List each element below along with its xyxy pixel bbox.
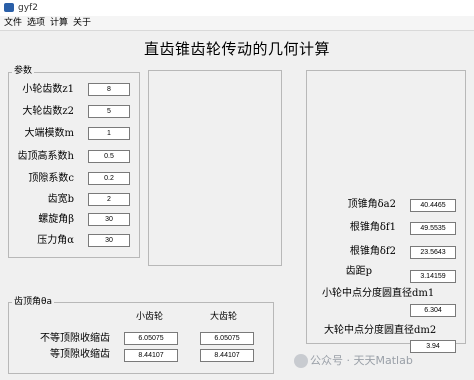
label-dm1: 小轮中点分度圆直径dm1 xyxy=(322,288,435,299)
col-header-small-gear: 小齿轮 xyxy=(136,312,164,322)
label-df2: 根锥角δf2 xyxy=(349,246,396,257)
window-title: gyf2 xyxy=(18,3,38,13)
output-theta-unequal-small: 6.05075 xyxy=(124,332,178,345)
input-b[interactable]: 2 xyxy=(88,193,130,206)
label-p: 齿距p xyxy=(345,266,372,277)
label-equal-clearance: 等顶隙收缩齿 xyxy=(50,349,110,360)
output-dm2: 3.94 xyxy=(410,340,456,353)
watermark-text: 公众号 · 天天Matlab xyxy=(310,354,413,367)
output-df1: 49.5535 xyxy=(410,222,456,235)
input-beta[interactable]: 30 xyxy=(88,213,130,226)
menu-calculate[interactable]: 计算 xyxy=(50,16,68,30)
menubar: 文件 选项 计算 关于 xyxy=(0,16,474,31)
input-alpha[interactable]: 30 xyxy=(88,234,130,247)
axes-panel xyxy=(148,70,282,266)
input-h[interactable]: 0.5 xyxy=(88,150,130,163)
input-z2[interactable]: 5 xyxy=(88,105,130,118)
label-b: 齿宽b xyxy=(47,194,74,205)
label-df1: 根锥角δf1 xyxy=(349,222,396,233)
col-header-large-gear: 大齿轮 xyxy=(210,312,238,322)
label-alpha: 压力角α xyxy=(37,235,74,246)
theta-panel-label: 齿顶角θa xyxy=(12,297,55,307)
input-m[interactable]: 1 xyxy=(88,127,130,140)
output-theta-equal-large: 8.44107 xyxy=(200,349,254,362)
output-p: 3.14159 xyxy=(410,270,456,283)
window-titlebar: gyf2 xyxy=(0,0,474,17)
matlab-figure-icon xyxy=(4,3,14,12)
menu-options[interactable]: 选项 xyxy=(27,16,45,30)
input-z1[interactable]: 8 xyxy=(88,83,130,96)
input-c[interactable]: 0.2 xyxy=(88,172,130,185)
wechat-icon xyxy=(294,354,308,368)
label-h: 齿顶高系数h xyxy=(17,151,74,162)
label-unequal-clearance: 不等顶隙收缩齿 xyxy=(40,333,110,344)
params-panel-label: 参数 xyxy=(12,66,35,76)
page-title: 直齿锥齿轮传动的几何计算 xyxy=(143,40,330,58)
label-dm2: 大轮中点分度圆直径dm2 xyxy=(324,325,437,336)
label-z1: 小轮齿数z1 xyxy=(22,84,74,95)
label-m: 大端模数m xyxy=(24,128,74,139)
params-panel xyxy=(8,72,140,258)
label-da2: 顶锥角δa2 xyxy=(347,199,396,210)
menu-about[interactable]: 关于 xyxy=(73,16,91,30)
output-theta-unequal-large: 6.05075 xyxy=(200,332,254,345)
label-c: 顶隙系数c xyxy=(28,173,74,184)
menu-file[interactable]: 文件 xyxy=(4,16,22,30)
output-theta-equal-small: 8.44107 xyxy=(124,349,178,362)
output-df2: 23.5643 xyxy=(410,246,456,259)
output-dm1: 6.304 xyxy=(410,304,456,317)
label-beta: 螺旋角β xyxy=(38,214,74,225)
output-da2: 40.4465 xyxy=(410,199,456,212)
label-z2: 大轮齿数z2 xyxy=(22,106,74,117)
